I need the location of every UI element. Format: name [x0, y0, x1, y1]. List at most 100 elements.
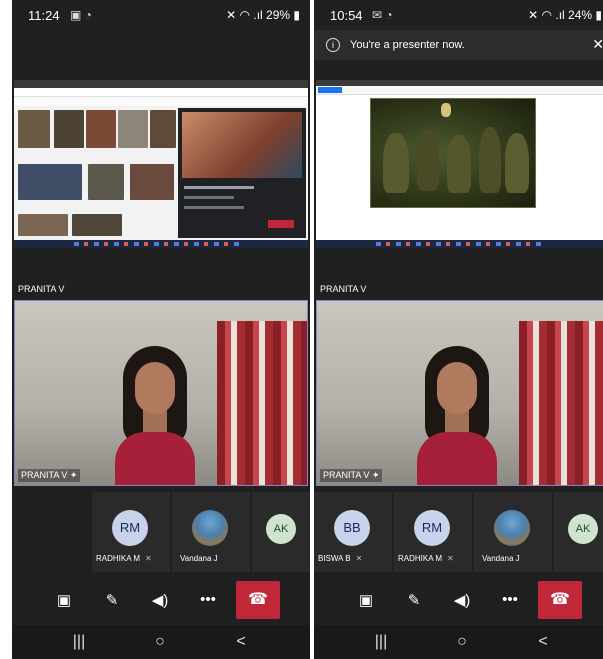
home-button[interactable]: ○ [145, 633, 175, 651]
image-thumbnail[interactable] [18, 164, 82, 200]
participant-avatar: RM [414, 510, 450, 546]
image-thumbnail[interactable] [118, 110, 148, 148]
more-options-button[interactable]: ••• [496, 591, 524, 608]
recents-button[interactable]: ||| [366, 633, 396, 651]
participant-name: RADHIKA M ✕ [398, 554, 454, 563]
status-notification-icons: ✉ ◔ [372, 8, 393, 22]
person-body [115, 432, 195, 485]
mic-off-icon[interactable]: ✎ [98, 591, 126, 609]
status-bar: 11:24 ▣ ◔ ✕ ◠ .ıl 29% ▮ [12, 0, 310, 30]
browser-tabbar [14, 80, 308, 88]
person-face [135, 362, 175, 414]
phone-screen-left: 11:24 ▣ ◔ ✕ ◠ .ıl 29% ▮ PRANITA V PRANIT… [12, 0, 310, 659]
image-thumbnail[interactable] [150, 110, 176, 148]
participant-tile[interactable]: Vandana J [474, 492, 552, 572]
recents-button[interactable]: ||| [64, 633, 94, 651]
participant-tile[interactable]: AK [554, 492, 603, 572]
participant-name: RADHIKA M ✕ [96, 554, 152, 563]
shared-screen [14, 80, 308, 248]
taskbar-apps [74, 242, 244, 246]
camera-off-icon[interactable]: ▣ [50, 591, 78, 609]
presenter-name: PRANITA V [320, 284, 367, 294]
video-name-label: PRANITA V ✦ [18, 469, 81, 482]
participant-name-text: RADHIKA M [96, 554, 141, 563]
taskbar-apps [376, 242, 546, 246]
windows-taskbar [316, 240, 603, 248]
preview-image[interactable] [182, 112, 302, 178]
status-notification-icons: ▣ ◔ [70, 8, 92, 22]
info-icon: i [326, 38, 340, 52]
home-button[interactable]: ○ [447, 633, 477, 651]
speaker-icon[interactable]: ◀) [146, 591, 174, 609]
participant-avatar: AK [568, 514, 598, 544]
toolbar-tab[interactable] [318, 87, 342, 93]
participant-video[interactable]: PRANITA V ✦ [14, 300, 308, 486]
preview-text-line [184, 196, 234, 199]
phone-screen-right: 10:54 ✉ ◔ ✕ ◠ .ıl 24% ▮ i You're a prese… [314, 0, 603, 659]
presenter-banner: i You're a presenter now. ✕ [314, 30, 603, 60]
participant-photo-avatar [192, 510, 228, 546]
close-icon[interactable]: ✕ [592, 36, 603, 53]
participant-avatar: RM [112, 510, 148, 546]
preview-text-line [184, 206, 244, 209]
status-time: 11:24 [28, 8, 60, 23]
image-thumbnail[interactable] [18, 110, 50, 148]
mic-off-icon: ✕ [355, 554, 363, 563]
participant-video[interactable]: PRANITA V ✦ [316, 300, 603, 486]
video-name-label: PRANITA V ✦ [320, 469, 383, 482]
image-thumbnail[interactable] [88, 164, 124, 200]
participant-avatar: BB [334, 510, 370, 546]
participant-tile[interactable]: Vandana J [172, 492, 250, 572]
image-thumbnail[interactable] [18, 214, 68, 236]
painting-figure [417, 129, 439, 191]
back-button[interactable]: < [226, 633, 256, 651]
camera-off-icon[interactable]: ▣ [352, 591, 380, 609]
video-curtain [519, 321, 603, 485]
status-time: 10:54 [330, 8, 363, 23]
painting-figure [479, 127, 501, 193]
participant-tile[interactable]: AK [252, 492, 310, 572]
painting-lamp [441, 103, 451, 117]
video-person [115, 346, 195, 485]
more-options-button[interactable]: ••• [194, 591, 222, 608]
participant-name-text: RADHIKA M [398, 554, 443, 563]
participant-tile[interactable]: RM RADHIKA M ✕ [394, 492, 472, 572]
call-controls: ▣ ✎ ◀) ••• ☎ [314, 577, 603, 623]
image-thumbnail[interactable] [86, 110, 116, 148]
mic-off-icon: ✕ [447, 554, 454, 563]
image-thumbnail[interactable] [72, 214, 122, 236]
status-battery: ✕ ◠ .ıl 29% ▮ [226, 8, 300, 22]
back-button[interactable]: < [528, 633, 558, 651]
person-face [437, 362, 477, 414]
hangup-button[interactable]: ☎ [236, 581, 280, 619]
speaker-icon[interactable]: ◀) [448, 591, 476, 609]
shared-painting [370, 98, 536, 208]
participant-strip: BB BISWA B ✕ RM RADHIKA M ✕ Vandana J AK [314, 492, 603, 572]
preview-title-line [184, 186, 254, 189]
participant-tile[interactable]: BB BISWA B ✕ [314, 492, 392, 572]
participant-name: Vandana J [482, 554, 520, 563]
image-thumbnail[interactable] [130, 164, 174, 200]
viewer-toolbar [316, 86, 603, 95]
participant-name-text: BISWA B [318, 554, 351, 563]
painting-figure [383, 133, 409, 193]
image-preview-panel [178, 108, 306, 238]
hangup-button[interactable]: ☎ [538, 581, 582, 619]
status-bar: 10:54 ✉ ◔ ✕ ◠ .ıl 24% ▮ [314, 0, 603, 30]
mic-off-icon: ✕ [145, 554, 152, 563]
browser-addressbar [14, 88, 308, 97]
call-controls: ▣ ✎ ◀) ••• ☎ [12, 577, 310, 623]
search-header [14, 97, 308, 106]
participant-photo-avatar [494, 510, 530, 546]
participant-strip: RM RADHIKA M ✕ Vandana J AK [12, 492, 310, 572]
painting-figure [505, 133, 529, 193]
android-nav-bar: ||| ○ < [12, 625, 310, 659]
painting-figure [447, 135, 471, 193]
image-thumbnail[interactable] [54, 110, 84, 148]
preview-action-button[interactable] [268, 220, 294, 228]
video-person [417, 346, 497, 485]
participant-avatar: AK [266, 514, 296, 544]
participant-tile[interactable]: RM RADHIKA M ✕ [92, 492, 170, 572]
mic-off-icon[interactable]: ✎ [400, 591, 428, 609]
person-body [417, 432, 497, 485]
